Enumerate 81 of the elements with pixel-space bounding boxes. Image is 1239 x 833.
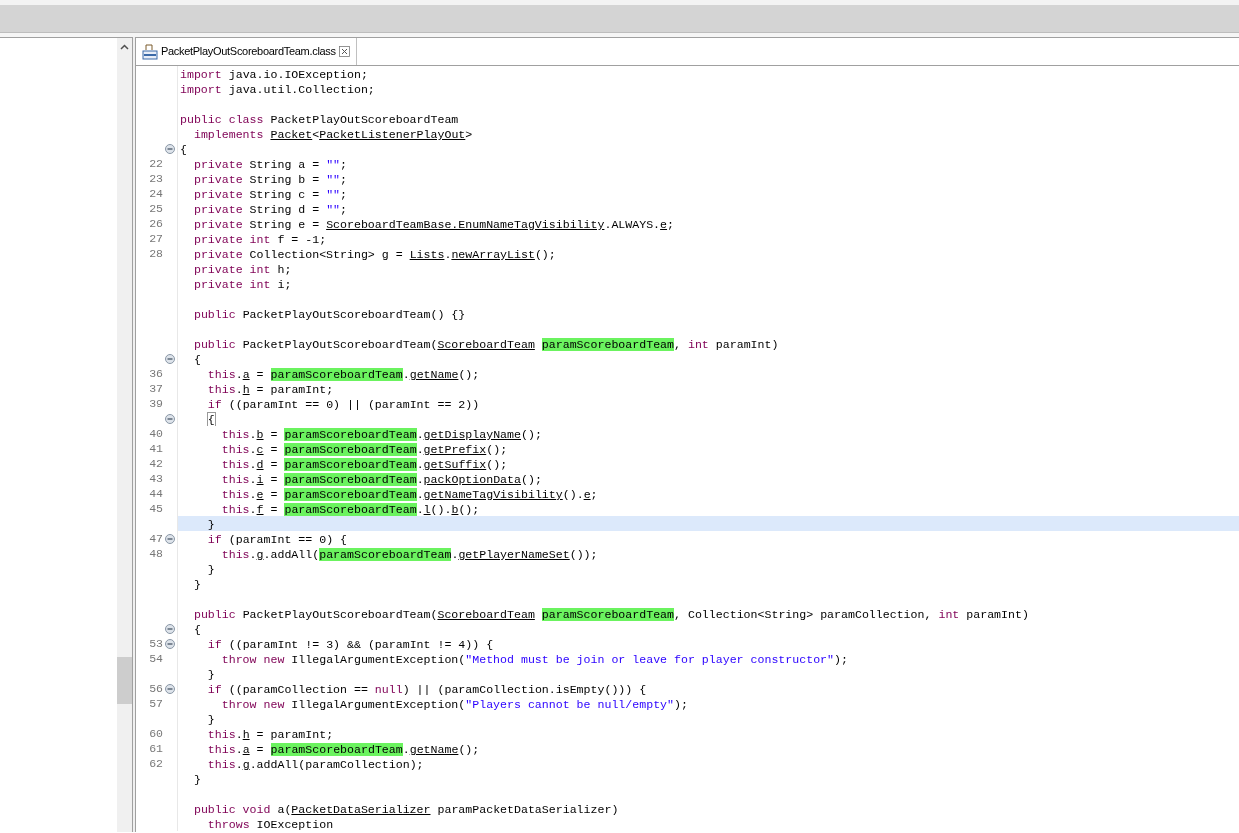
line-number: 54 [148,651,163,666]
code-line: if ((paramInt == 0) || (paramInt == 2)) [206,398,480,411]
line-number: 47 [148,531,163,546]
line-number: 44 [148,486,163,501]
code-line: this.g.addAll(paramScoreboardTeam.getPlayerNameSet()); [220,548,598,561]
collapse-icon[interactable] [165,533,175,544]
line-number: 48 [148,546,163,561]
code-line: private String a = ""; [192,158,347,171]
line-number: 26 [148,216,163,231]
line-number: 23 [148,171,163,186]
line-number: 57 [148,696,163,711]
code-line: private String b = ""; [192,173,347,186]
code-line: { [192,623,201,636]
collapse-icon[interactable] [165,143,175,154]
collapse-icon[interactable] [165,638,175,649]
close-icon[interactable] [338,46,350,57]
code-line: this.h = paramInt; [206,728,334,741]
code-line: this.c = paramScoreboardTeam.getPrefix(); [220,443,508,456]
code-line: if ((paramInt != 3) && (paramInt != 4)) { [206,638,494,651]
code-line: this.f = paramScoreboardTeam.l().b(); [220,503,480,516]
line-number: 41 [148,441,163,456]
collapse-icon[interactable] [165,623,175,634]
code-line: import java.io.IOException; [180,68,368,81]
code-line: private Collection<String> g = Lists.newArrayList(); [192,248,556,261]
code-line: this.i = paramScoreboardTeam.packOptionData(); [220,473,542,486]
line-number: 28 [148,246,163,261]
code-line: private String c = ""; [192,188,347,201]
line-number: 62 [148,756,163,771]
code-line: } [206,518,215,531]
code-line: { [180,143,187,156]
code-line: implements Packet<PacketListenerPlayOut> [192,128,473,141]
code-line: } [192,578,201,591]
line-number: 27 [148,231,163,246]
code-line: { [206,413,215,426]
code-line: private int h; [192,263,292,276]
line-number: 61 [148,741,163,756]
collapse-icon[interactable] [165,683,175,694]
code-line: this.d = paramScoreboardTeam.getSuffix(); [220,458,508,471]
code-line: this.e = paramScoreboardTeam.getNameTagVisibility().e; [220,488,598,501]
code-line: public PacketPlayOutScoreboardTeam(ScoreboardTeam paramScoreboardTeam, int paramInt) [192,338,779,351]
collapse-icon[interactable] [165,353,175,364]
scroll-thumb[interactable] [117,657,132,704]
code-line: throw new IllegalArgumentException("Method must be join or leave for player constructor"); [220,653,848,666]
line-number: 56 [148,681,163,696]
line-number: 60 [148,726,163,741]
line-number: 45 [148,501,163,516]
code-line: throws IOException [206,818,334,831]
line-number: 22 [148,156,163,171]
code-line: throw new IllegalArgumentException("Players cannot be null/empty"); [220,698,688,711]
line-number: 25 [148,201,163,216]
code-line: } [206,563,215,576]
code-line: this.a = paramScoreboardTeam.getName(); [206,743,480,756]
code-line: private String d = ""; [192,203,347,216]
line-number: 43 [148,471,163,486]
code-line: import java.util.Collection; [180,83,375,96]
line-number: 39 [148,396,163,411]
line-number: 42 [148,456,163,471]
scrollbar[interactable] [117,37,132,832]
code-line: this.b = paramScoreboardTeam.getDisplayName(); [220,428,542,441]
code-line: public PacketPlayOutScoreboardTeam() {} [192,308,466,321]
line-number: 40 [148,426,163,441]
code-line: private int f = -1; [192,233,327,246]
code-line: this.a = paramScoreboardTeam.getName(); [206,368,480,381]
code-line: this.g.addAll(paramCollection); [206,758,424,771]
code-line: { [192,353,201,366]
code-line: } [206,713,215,726]
code-line: public PacketPlayOutScoreboardTeam(ScoreboardTeam paramScoreboardTeam, Collection<String> paramCollection, int paramInt) [192,608,1029,621]
collapse-icon[interactable] [165,413,175,424]
line-number: 37 [148,381,163,396]
line-number: 36 [148,366,163,381]
code-line: if (paramInt == 0) { [206,533,347,546]
code-line: } [192,773,201,786]
line-number: 24 [148,186,163,201]
code-line: private String e = ScoreboardTeamBase.EnumNameTagVisibility.ALWAYS.e; [192,218,675,231]
code-line: public void a(PacketDataSerializer paramPacketDataSerializer) [192,803,619,816]
line-number: 53 [148,636,163,651]
code-line: this.h = paramInt; [206,383,334,396]
code-line: private int i; [192,278,292,291]
code-line: if ((paramCollection == null) || (paramCollection.isEmpty())) { [206,683,647,696]
code-line: } [206,668,215,681]
code-line: public class PacketPlayOutScoreboardTeam [180,113,459,126]
